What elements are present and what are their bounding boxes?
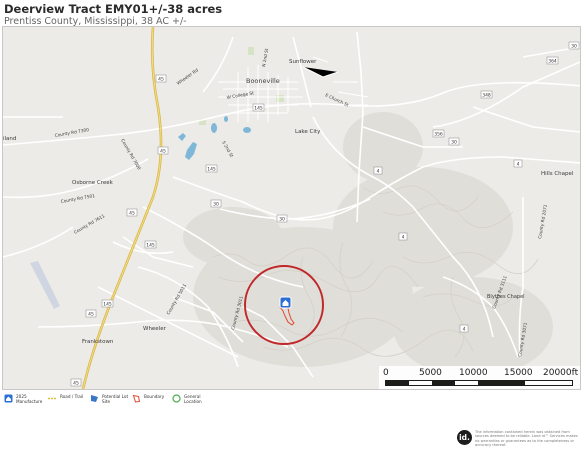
- svg-text:348: 348: [482, 93, 491, 99]
- label-hills-chapel: Hills Chapel: [541, 171, 574, 177]
- shield-30-east: 30: [276, 214, 288, 223]
- label-wheeler: Wheeler: [143, 326, 167, 332]
- shield-45-north: 45: [155, 74, 167, 83]
- label-blythes-chapel: Blythes Chapel: [487, 294, 525, 300]
- shield-4-south: 4: [459, 324, 469, 333]
- label-cr7000: County Rd 7000: [119, 138, 142, 171]
- potential-lot-site-icon: [91, 395, 98, 402]
- page-title: Deerview Tract EMY01+/-38 acres: [4, 2, 223, 16]
- label-n2nd: N 2nd St: [261, 48, 270, 68]
- svg-text:45: 45: [129, 211, 135, 217]
- shield-30-west: 30: [210, 199, 222, 208]
- shield-348: 348: [480, 90, 493, 99]
- general-location-icon: [172, 394, 181, 403]
- legend-item-road-trail: Road / Trail: [48, 394, 83, 403]
- shield-145-town: 145: [252, 103, 265, 112]
- svg-text:30: 30: [571, 44, 577, 50]
- home-marker-icon[interactable]: [279, 296, 292, 309]
- shield-45-mid: 45: [157, 146, 169, 155]
- land-id-logo: id.: [457, 430, 472, 445]
- restricted-area: [30, 261, 60, 309]
- label-iland: iland: [3, 136, 16, 142]
- map-header: Deerview Tract EMY01+/-38 acres Prentiss…: [4, 2, 579, 28]
- svg-text:45: 45: [73, 381, 79, 387]
- scale-label-10000: 10000: [459, 368, 488, 378]
- label-cr7501: County Rd 7501: [60, 193, 95, 205]
- legend-item-general-location: General Location: [172, 394, 202, 404]
- town-streets: [218, 56, 369, 122]
- label-s2nd: S 2nd St: [220, 140, 234, 159]
- shield-30-far: 30: [568, 41, 580, 50]
- legend-label: Road / Trail: [60, 394, 84, 399]
- shield-364: 364: [546, 56, 559, 65]
- shield-356: 356: [432, 129, 445, 138]
- label-college: W College St: [226, 90, 254, 101]
- svg-text:30: 30: [279, 217, 285, 223]
- legend-label: 2025 Manufacture: [16, 394, 43, 404]
- legend-item-boundary: Boundary: [132, 394, 164, 403]
- shield-45-far: 45: [85, 309, 97, 318]
- shield-4: 4: [373, 166, 383, 175]
- svg-text:145: 145: [103, 302, 112, 308]
- scale-label-15000: 15000: [504, 368, 533, 378]
- map-canvas[interactable]: Booneville Sunflower Lake City Osborne C…: [2, 26, 581, 390]
- svg-text:4: 4: [377, 169, 380, 175]
- home-marker-icon: [4, 394, 13, 403]
- svg-text:30: 30: [451, 140, 457, 146]
- scale-label-20000: 20000ft: [543, 368, 579, 378]
- legend-label: General Location: [184, 394, 202, 404]
- label-booneville: Booneville: [246, 77, 280, 85]
- shield-30-ne: 30: [448, 137, 460, 146]
- legend-label: Boundary: [144, 394, 165, 399]
- shield-4-far: 4: [513, 159, 523, 168]
- scale-track: [385, 380, 573, 386]
- scale-bar: 0 5000 10000 15000 20000ft: [379, 366, 580, 389]
- legend-label: Potential Lot Site: [102, 394, 129, 404]
- label-e-church: E Church St: [324, 92, 350, 108]
- shield-145-south: 145: [144, 240, 157, 249]
- shield-4-east: 4: [398, 232, 408, 241]
- label-wheeler-rd: Wheeler Rd: [176, 67, 200, 86]
- map-layer: Booneville Sunflower Lake City Osborne C…: [3, 27, 580, 389]
- map-legend: 2025 Manufacture Road / Trail Potential …: [4, 394, 244, 410]
- disclaimer-text: The information contained herein was obt…: [475, 430, 578, 447]
- label-cr7611: County Rd 7611: [73, 213, 106, 236]
- label-osborne-creek: Osborne Creek: [72, 180, 114, 186]
- label-sunflower: Sunflower: [289, 59, 317, 65]
- svg-text:145: 145: [254, 106, 263, 112]
- svg-text:4: 4: [463, 327, 466, 333]
- svg-text:4: 4: [517, 162, 520, 168]
- label-lake-city: Lake City: [295, 129, 321, 135]
- shield-145: 145: [205, 164, 218, 173]
- highway-45: [81, 27, 163, 389]
- svg-text:45: 45: [160, 149, 166, 155]
- scale-label-0: 0: [383, 368, 389, 378]
- label-cr2071: County Rd 2071: [537, 204, 549, 239]
- svg-text:30: 30: [213, 202, 219, 208]
- road-trail-icon: [48, 397, 57, 400]
- svg-text:356: 356: [434, 132, 443, 138]
- svg-text:4: 4: [402, 235, 405, 241]
- shield-45-south: 45: [126, 208, 138, 217]
- svg-text:145: 145: [146, 243, 155, 249]
- svg-text:45: 45: [158, 77, 164, 83]
- scale-label-5000: 5000: [419, 368, 442, 378]
- shield-145-far: 145: [101, 299, 114, 308]
- svg-text:45: 45: [88, 312, 94, 318]
- legend-item-potential-lot: Potential Lot Site: [90, 394, 128, 404]
- legend-item-manufacture: 2025 Manufacture: [4, 394, 42, 404]
- svg-text:364: 364: [548, 59, 557, 65]
- shield-45-bottom: 45: [70, 378, 82, 387]
- label-frankstown: Frankstown: [82, 339, 114, 345]
- svg-text:145: 145: [207, 167, 216, 173]
- boundary-icon: [132, 394, 141, 403]
- label-cr5011: County Rd 5011: [166, 283, 189, 316]
